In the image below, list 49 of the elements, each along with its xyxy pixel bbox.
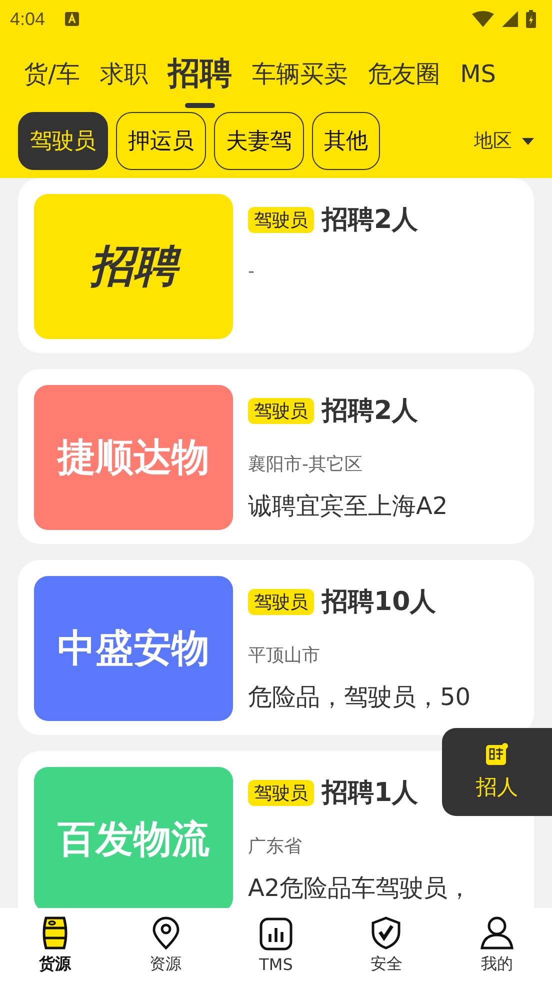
job-tag: 驾驶员: [248, 398, 314, 424]
job-title: 招聘1人: [322, 777, 418, 810]
nav-tab[interactable]: 我的: [442, 908, 552, 983]
status-time: 4:04: [10, 8, 46, 30]
job-card[interactable]: 捷顺达物 驾驶员 招聘2人 襄阳市-其它区 诚聘宜宾至上海A2: [18, 369, 534, 544]
category-tab[interactable]: 危友圈: [358, 44, 450, 104]
hire-icon: [486, 743, 508, 765]
job-location: 平顶山市: [248, 644, 321, 667]
filter-chip[interactable]: 夫妻驾: [214, 112, 304, 170]
job-title: 招聘2人: [322, 395, 418, 428]
company-logo: 招聘: [34, 194, 233, 339]
battery-icon: [526, 10, 536, 28]
job-title: 招聘10人: [322, 586, 436, 619]
shield-check-icon: [371, 916, 402, 950]
region-dropdown[interactable]: 地区: [474, 128, 534, 154]
category-tab[interactable]: 求职: [90, 44, 158, 104]
company-logo: 百发物流: [34, 767, 233, 908]
category-tab[interactable]: 货/车: [14, 44, 90, 104]
notification-icon: [65, 12, 80, 26]
signal-icon: [502, 11, 518, 27]
job-location: 广东省: [248, 835, 303, 858]
filter-chip[interactable]: 其他: [312, 112, 380, 170]
wifi-icon: [472, 11, 494, 27]
filter-chip[interactable]: 驾驶员: [18, 112, 108, 170]
nav-tab[interactable]: 资源: [110, 908, 221, 983]
post-job-button[interactable]: 招人: [442, 728, 552, 816]
category-tab[interactable]: MS: [450, 44, 506, 104]
category-tab[interactable]: 车辆买卖: [242, 44, 358, 104]
company-logo: 中盛安物: [34, 576, 233, 721]
company-logo: 捷顺达物: [34, 385, 233, 530]
job-card[interactable]: 招聘 驾驶员 招聘2人 -: [18, 178, 534, 353]
job-tag: 驾驶员: [248, 780, 314, 806]
person-icon: [480, 916, 514, 950]
nav-tab[interactable]: TMS: [220, 908, 332, 983]
filter-chip[interactable]: 押运员: [116, 112, 206, 170]
job-location: -: [248, 261, 256, 282]
nav-tab[interactable]: 安全: [331, 908, 442, 983]
bar-chart-icon: [259, 917, 294, 951]
caret-icon: [522, 138, 534, 144]
job-tag: 驾驶员: [248, 206, 314, 232]
job-tag: 驾驶员: [248, 588, 314, 614]
job-description: A2危险品车驾驶员，: [248, 873, 472, 904]
location-pin-icon: [150, 916, 181, 950]
job-location: 襄阳市-其它区: [248, 453, 364, 476]
job-description: 危险品，驾驶员，50: [248, 682, 471, 713]
job-description: 诚聘宜宾至上海A2: [248, 491, 448, 522]
job-card[interactable]: 中盛安物 驾驶员 招聘10人 平顶山市 危险品，驾驶员，50: [18, 560, 534, 735]
job-title: 招聘2人: [322, 204, 418, 237]
nav-tab[interactable]: 货源: [0, 908, 110, 983]
